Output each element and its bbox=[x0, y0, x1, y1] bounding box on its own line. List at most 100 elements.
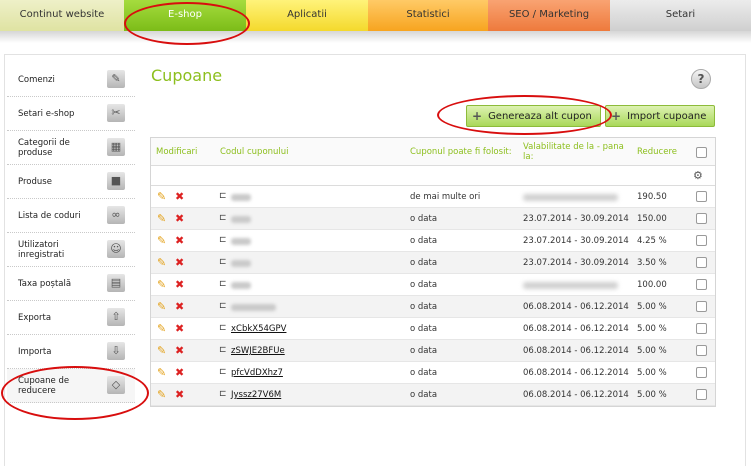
edit-icon[interactable]: ✎ bbox=[157, 256, 166, 269]
delete-icon[interactable]: ✖ bbox=[175, 388, 184, 401]
coupon-icon: ⊏ bbox=[219, 389, 227, 399]
row-checkbox[interactable] bbox=[696, 257, 707, 268]
header-usage: Cuponul poate fi folosit: bbox=[410, 147, 512, 157]
row-checkbox[interactable] bbox=[696, 213, 707, 224]
sidebar-item-importa[interactable]: Importa ⇩ bbox=[7, 335, 135, 369]
edit-icon[interactable]: ✎ bbox=[157, 366, 166, 379]
tab-seo-marketing[interactable]: SEO / Marketing bbox=[488, 0, 610, 31]
validity-cell: 06.08.2014 - 06.12.2014 bbox=[523, 324, 629, 334]
usage-cell: de mai multe ori bbox=[410, 192, 481, 202]
tab-label: SEO / Marketing bbox=[508, 9, 590, 20]
discount-cell: 100.00 bbox=[637, 280, 667, 290]
boxes-icon: ▦ bbox=[107, 138, 125, 156]
row-checkbox[interactable] bbox=[696, 389, 707, 400]
table-row: ✎ ✖ ⊏ zSWJE2BFUe o data 06.08.2014 - 06.… bbox=[151, 340, 715, 362]
coupon-code-link[interactable]: xCbkX54GPV bbox=[231, 324, 286, 334]
sidebar-item-produse[interactable]: Produse ■ bbox=[7, 165, 135, 199]
tab-statistici[interactable]: Statistici bbox=[368, 0, 488, 31]
delete-icon[interactable]: ✖ bbox=[175, 212, 184, 225]
edit-icon[interactable]: ✎ bbox=[157, 212, 166, 225]
table-row: ✎ ✖ ⊏ Jyssz27V6M o data 06.08.2014 - 06.… bbox=[151, 384, 715, 406]
delete-icon[interactable]: ✖ bbox=[175, 344, 184, 357]
row-checkbox[interactable] bbox=[696, 323, 707, 334]
usage-cell: o data bbox=[410, 214, 438, 224]
discount-cell: 5.00 % bbox=[637, 390, 667, 400]
coupon-icon: ⊏ bbox=[219, 235, 227, 245]
tab-label: Statistici bbox=[406, 9, 450, 20]
delete-icon[interactable]: ✖ bbox=[175, 366, 184, 379]
box-icon: ■ bbox=[107, 172, 125, 190]
delete-icon[interactable]: ✖ bbox=[175, 322, 184, 335]
sidebar-item-comenzi[interactable]: Comenzi ✎ bbox=[7, 63, 135, 97]
sidebar-item-label: Lista de coduri bbox=[18, 210, 81, 221]
export-icon: ⇧ bbox=[107, 308, 125, 326]
users-icon: ☺ bbox=[107, 240, 125, 258]
sidebar-item-setari-eshop[interactable]: Setari e-shop ✂ bbox=[7, 97, 135, 131]
sidebar-item-lista-coduri[interactable]: Lista de coduri ∞ bbox=[7, 199, 135, 233]
header-edit: Modificari bbox=[156, 147, 198, 157]
edit-icon[interactable]: ✎ bbox=[157, 322, 166, 335]
discount-cell: 5.00 % bbox=[637, 324, 667, 334]
row-checkbox[interactable] bbox=[696, 345, 707, 356]
discount-cell: 5.00 % bbox=[637, 302, 667, 312]
sidebar-item-exporta[interactable]: Exporta ⇧ bbox=[7, 301, 135, 335]
import-coupons-label: Import cupoane bbox=[627, 110, 707, 122]
tab-setari[interactable]: Setari bbox=[610, 0, 751, 31]
edit-icon[interactable]: ✎ bbox=[157, 344, 166, 357]
coupon-code-redacted bbox=[231, 216, 251, 223]
delete-icon[interactable]: ✖ bbox=[175, 234, 184, 247]
edit-icon[interactable]: ✎ bbox=[157, 278, 166, 291]
sidebar-item-taxa-postala[interactable]: Taxa poștală ▤ bbox=[7, 267, 135, 301]
row-checkbox[interactable] bbox=[696, 191, 707, 202]
edit-icon[interactable]: ✎ bbox=[157, 234, 166, 247]
select-all-checkbox[interactable] bbox=[696, 147, 707, 158]
row-checkbox[interactable] bbox=[696, 367, 707, 378]
help-icon[interactable]: ? bbox=[691, 69, 711, 89]
import-coupons-button[interactable]: + Import cupoane bbox=[605, 105, 715, 127]
coupon-code-link[interactable]: pfcVdDXhz7 bbox=[231, 368, 283, 378]
filter-row: ⚙ bbox=[151, 166, 715, 186]
sidebar-item-label: Taxa poștală bbox=[18, 278, 72, 289]
sidebar-item-label: Exporta bbox=[18, 312, 52, 323]
sidebar-item-categorii[interactable]: Categorii de produse ▦ bbox=[7, 131, 135, 165]
plus-icon: + bbox=[611, 109, 622, 123]
sidebar-item-utilizatori[interactable]: Utilizatori inregistrati ☺ bbox=[7, 233, 135, 267]
edit-icon[interactable]: ✎ bbox=[157, 300, 166, 313]
discount-cell: 150.00 bbox=[637, 214, 667, 224]
table-body: ✎ ✖ ⊏ de mai multe ori 190.50 ✎ ✖ ⊏ o da… bbox=[151, 186, 715, 406]
coupon-code-link[interactable]: Jyssz27V6M bbox=[231, 390, 281, 400]
validity-cell: 06.08.2014 - 06.12.2014 bbox=[523, 368, 629, 378]
table-row: ✎ ✖ ⊏ pfcVdDXhz7 o data 06.08.2014 - 06.… bbox=[151, 362, 715, 384]
delete-icon[interactable]: ✖ bbox=[175, 300, 184, 313]
edit-icon[interactable]: ✎ bbox=[157, 388, 166, 401]
tab-continut-website[interactable]: Continut website bbox=[0, 0, 124, 31]
table-row: ✎ ✖ ⊏ o data 23.07.2014 - 30.09.2014 4.2… bbox=[151, 230, 715, 252]
table-row: ✎ ✖ ⊏ xCbkX54GPV o data 06.08.2014 - 06.… bbox=[151, 318, 715, 340]
header-validity: Valabilitate de la - pana la: bbox=[523, 142, 624, 162]
coupon-icon: ⊏ bbox=[219, 191, 227, 201]
usage-cell: o data bbox=[410, 390, 438, 400]
tab-label: Aplicatii bbox=[287, 9, 327, 20]
discount-cell: 3.50 % bbox=[637, 258, 667, 268]
tab-aplicatii[interactable]: Aplicatii bbox=[246, 0, 368, 31]
table-row: ✎ ✖ ⊏ o data 100.00 bbox=[151, 274, 715, 296]
delete-icon[interactable]: ✖ bbox=[175, 256, 184, 269]
delete-icon[interactable]: ✖ bbox=[175, 278, 184, 291]
validity-cell: 23.07.2014 - 30.09.2014 bbox=[523, 214, 629, 224]
coupon-code-link[interactable]: zSWJE2BFUe bbox=[231, 346, 285, 356]
row-checkbox[interactable] bbox=[696, 279, 707, 290]
validity-redacted bbox=[523, 194, 618, 201]
coupon-icon: ⊏ bbox=[219, 257, 227, 267]
row-checkbox[interactable] bbox=[696, 301, 707, 312]
tools-icon: ✂ bbox=[107, 104, 125, 122]
coupon-icon: ⊏ bbox=[219, 345, 227, 355]
row-checkbox[interactable] bbox=[696, 235, 707, 246]
truck-icon: ▤ bbox=[107, 274, 125, 292]
edit-icon[interactable]: ✎ bbox=[157, 190, 166, 203]
discount-cell: 190.50 bbox=[637, 192, 667, 202]
coupon-icon: ⊏ bbox=[219, 323, 227, 333]
sidebar-item-label: Categorii de produse bbox=[18, 137, 70, 158]
gear-icon[interactable]: ⚙ bbox=[693, 169, 703, 182]
delete-icon[interactable]: ✖ bbox=[175, 190, 184, 203]
nav-shadow bbox=[0, 31, 751, 43]
